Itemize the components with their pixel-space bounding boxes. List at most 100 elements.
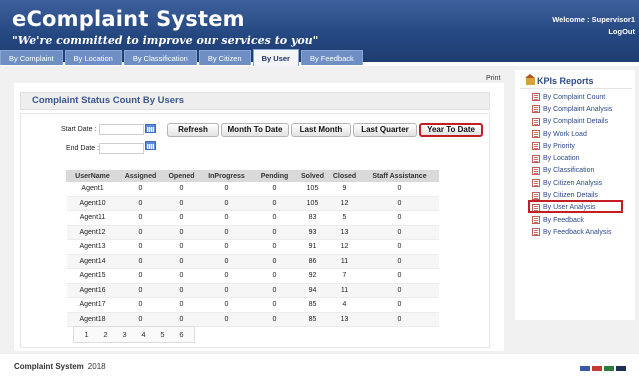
count-cell: 0 bbox=[360, 297, 439, 313]
kpi-report-link[interactable]: By Complaint Details bbox=[532, 116, 612, 128]
tab-by-location[interactable]: By Location bbox=[64, 50, 122, 65]
end-calendar-icon[interactable] bbox=[145, 141, 156, 150]
last-quarter-button[interactable]: Last Quarter bbox=[353, 123, 417, 137]
count-cell: 0 bbox=[162, 268, 201, 284]
page-link[interactable]: 5 bbox=[153, 330, 172, 339]
kpi-report-label: By Priority bbox=[543, 142, 575, 150]
start-calendar-icon[interactable] bbox=[145, 124, 156, 133]
page-link[interactable]: 6 bbox=[172, 330, 191, 339]
count-cell: 13 bbox=[328, 225, 361, 240]
kpi-report-link[interactable]: By Complaint Count bbox=[532, 91, 612, 103]
page-link[interactable]: 3 bbox=[115, 330, 134, 339]
count-cell: 0 bbox=[360, 210, 439, 226]
tab-by-classification[interactable]: By Classification bbox=[123, 50, 197, 65]
count-cell: 94 bbox=[296, 283, 329, 298]
last-month-button[interactable]: Last Month bbox=[291, 123, 351, 137]
kpi-report-label: By Complaint Details bbox=[543, 118, 608, 126]
count-cell: 0 bbox=[360, 196, 439, 211]
kpi-report-link[interactable]: By Classification bbox=[532, 165, 612, 177]
count-cell: 0 bbox=[200, 283, 253, 298]
column-header[interactable]: InProgress bbox=[200, 170, 253, 182]
logout-link[interactable]: LogOut bbox=[608, 27, 635, 36]
month-to-date-button[interactable]: Month To Date bbox=[221, 123, 289, 137]
kpi-report-link[interactable]: By Feedback bbox=[532, 214, 612, 226]
kpi-report-link[interactable]: By Location bbox=[532, 152, 612, 164]
kpi-report-link[interactable]: By Work Load bbox=[532, 128, 612, 140]
kpi-report-label: By Citizen Details bbox=[543, 192, 598, 200]
column-header[interactable]: UserName bbox=[66, 170, 119, 182]
kpi-report-link[interactable]: By Feedback Analysis bbox=[532, 226, 612, 238]
page-link[interactable]: 4 bbox=[134, 330, 153, 339]
kpi-report-label: By Location bbox=[543, 155, 580, 163]
page-link[interactable]: 1 bbox=[77, 330, 96, 339]
document-icon bbox=[532, 130, 540, 139]
count-cell: 0 bbox=[252, 239, 297, 255]
refresh-button[interactable]: Refresh bbox=[167, 123, 219, 137]
theme-swatch[interactable] bbox=[604, 366, 614, 371]
column-header[interactable]: Closed bbox=[328, 170, 361, 182]
kpi-report-link[interactable]: By Priority bbox=[532, 140, 612, 152]
count-cell: 0 bbox=[162, 312, 201, 327]
start-date-input[interactable] bbox=[99, 124, 144, 135]
user-name-cell: Agent13 bbox=[66, 239, 119, 255]
tab-by-feedback[interactable]: By Feedback bbox=[300, 50, 363, 65]
tab-by-complaint[interactable]: By Complaint bbox=[0, 50, 63, 65]
footer-name: Complaint System bbox=[14, 362, 84, 371]
count-cell: 0 bbox=[200, 268, 253, 284]
print-link[interactable]: Print bbox=[486, 75, 500, 82]
count-cell: 0 bbox=[118, 239, 163, 255]
count-cell: 105 bbox=[296, 181, 329, 197]
kpi-report-link[interactable]: By Complaint Analysis bbox=[532, 103, 612, 115]
user-name-cell: Agent16 bbox=[66, 283, 119, 298]
count-cell: 0 bbox=[200, 210, 253, 226]
table-row: Agent16 0 0 0 0 94 11 0 bbox=[66, 283, 439, 298]
theme-swatch[interactable] bbox=[592, 366, 602, 371]
count-cell: 0 bbox=[118, 283, 163, 298]
user-name-cell: Agent1 bbox=[66, 181, 119, 197]
tab-by-citizen[interactable]: By Citizen bbox=[198, 50, 251, 65]
count-cell: 0 bbox=[162, 210, 201, 226]
end-date-input[interactable] bbox=[99, 143, 144, 154]
count-cell: 0 bbox=[162, 225, 201, 240]
user-name-cell: Agent14 bbox=[66, 254, 119, 269]
count-cell: 0 bbox=[252, 312, 297, 327]
column-header[interactable]: Staff Assistance bbox=[360, 170, 439, 182]
document-icon bbox=[532, 105, 540, 114]
page-link[interactable]: 2 bbox=[96, 330, 115, 339]
table-row: Agent10 0 0 0 0 105 12 0 bbox=[66, 196, 439, 211]
kpi-report-link[interactable]: By Citizen Analysis bbox=[532, 177, 612, 189]
count-cell: 93 bbox=[296, 225, 329, 240]
theme-swatch[interactable] bbox=[616, 366, 626, 371]
count-cell: 12 bbox=[328, 239, 361, 255]
kpi-report-label: By Feedback Analysis bbox=[543, 228, 612, 236]
count-cell: 85 bbox=[296, 297, 329, 313]
count-cell: 11 bbox=[328, 283, 361, 298]
count-cell: 0 bbox=[200, 181, 253, 197]
table-header-row: UserName Assigned Opened InProgress Pend… bbox=[66, 170, 439, 182]
tab-by-user[interactable]: By User bbox=[252, 49, 299, 66]
column-header[interactable]: Pending bbox=[252, 170, 297, 182]
count-cell: 0 bbox=[252, 225, 297, 240]
column-header[interactable]: Opened bbox=[162, 170, 201, 182]
table-row: Agent12 0 0 0 0 93 13 0 bbox=[66, 225, 439, 240]
column-header[interactable]: Assigned bbox=[118, 170, 163, 182]
user-name-cell: Agent12 bbox=[66, 225, 119, 240]
column-header[interactable]: Solved bbox=[296, 170, 329, 182]
kpi-report-list: By Complaint Count By Complaint Analysis B… bbox=[532, 91, 612, 239]
count-cell: 0 bbox=[360, 181, 439, 197]
user-name-cell: Agent11 bbox=[66, 210, 119, 226]
count-cell: 0 bbox=[360, 239, 439, 255]
kpi-report-label: By Citizen Analysis bbox=[543, 179, 603, 187]
document-icon bbox=[532, 216, 540, 225]
count-cell: 0 bbox=[162, 297, 201, 313]
count-cell: 0 bbox=[252, 181, 297, 197]
count-cell: 0 bbox=[200, 312, 253, 327]
count-cell: 0 bbox=[252, 254, 297, 269]
year-to-date-button[interactable]: Year To Date bbox=[419, 123, 483, 137]
count-cell: 0 bbox=[360, 268, 439, 284]
theme-swatch[interactable] bbox=[580, 366, 590, 371]
count-cell: 83 bbox=[296, 210, 329, 226]
count-cell: 0 bbox=[118, 254, 163, 269]
app-title: eComplaint System bbox=[12, 7, 245, 31]
count-cell: 0 bbox=[118, 225, 163, 240]
